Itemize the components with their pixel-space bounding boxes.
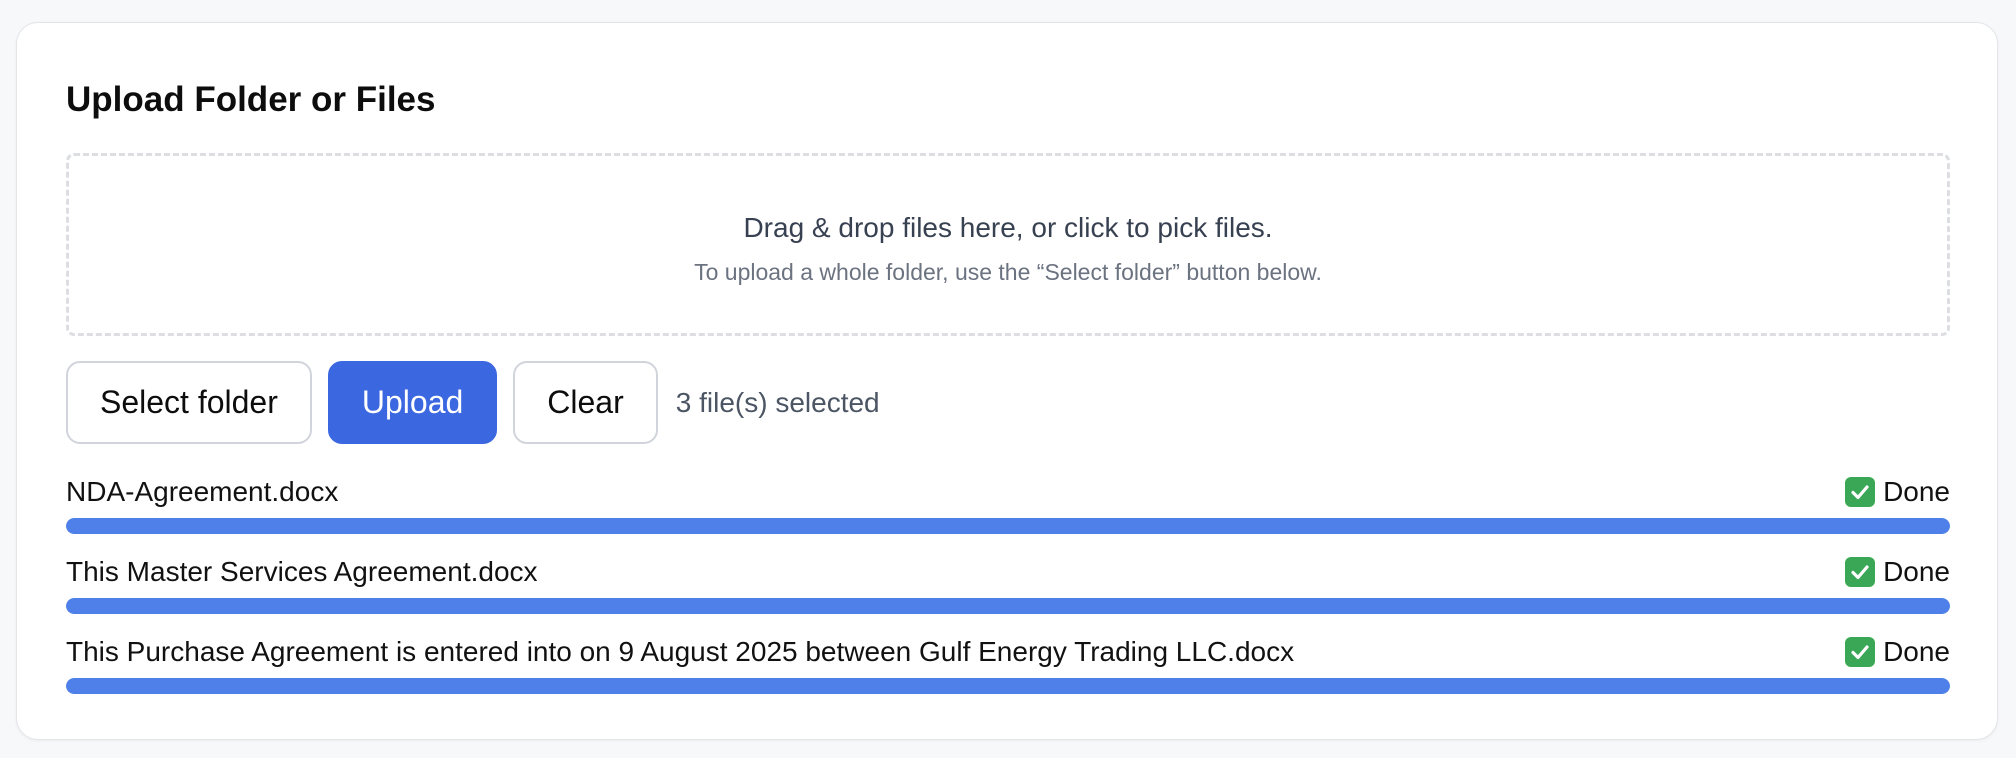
file-name: NDA-Agreement.docx: [66, 476, 339, 507]
upload-progress-bar: [66, 598, 1950, 614]
panel-title: Upload Folder or Files: [66, 80, 436, 119]
file-row: This Master Services Agreement.docx Done: [66, 553, 1950, 633]
file-status: Done: [1845, 555, 1950, 589]
upload-progress-fill: [66, 678, 1950, 694]
file-status-label: Done: [1883, 556, 1950, 587]
action-bar: Select folder Upload Clear 3 file(s) sel…: [66, 361, 880, 444]
select-folder-button[interactable]: Select folder: [66, 361, 312, 444]
dropzone-primary-text: Drag & drop files here, or click to pick…: [743, 212, 1273, 243]
file-status: Done: [1845, 635, 1950, 669]
upload-progress-fill: [66, 598, 1950, 614]
check-mark-icon: [1845, 556, 1876, 587]
file-name: This Purchase Agreement is entered into …: [66, 636, 1295, 667]
file-status-label: Done: [1883, 476, 1950, 507]
clear-button[interactable]: Clear: [513, 361, 658, 444]
upload-progress-bar: [66, 678, 1950, 694]
dropzone-secondary-text: To upload a whole folder, use the “Selec…: [694, 259, 1322, 285]
file-row: NDA-Agreement.docx Done: [66, 473, 1950, 553]
check-mark-icon: [1845, 476, 1876, 507]
upload-progress-bar: [66, 518, 1950, 534]
upload-button[interactable]: Upload: [327, 361, 498, 444]
selection-count: 3 file(s) selected: [675, 386, 880, 418]
file-row: This Purchase Agreement is entered into …: [66, 633, 1950, 713]
file-dropzone[interactable]: Drag & drop files here, or click to pick…: [66, 153, 1950, 336]
file-status-label: Done: [1883, 636, 1950, 667]
file-list: NDA-Agreement.docx Done This Master Serv…: [66, 473, 1950, 713]
file-status: Done: [1845, 475, 1950, 509]
check-mark-icon: [1845, 636, 1876, 667]
file-name: This Master Services Agreement.docx: [66, 556, 538, 587]
upload-progress-fill: [66, 518, 1950, 534]
upload-panel: Upload Folder or Files Drag & drop files…: [16, 22, 1998, 740]
